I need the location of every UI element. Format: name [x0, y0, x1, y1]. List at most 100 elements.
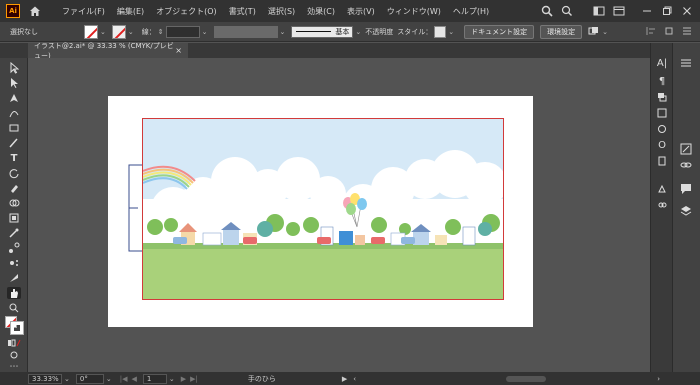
- chevron-down-icon[interactable]: ⌄: [602, 28, 608, 36]
- stepper-icon[interactable]: ⇕: [158, 28, 164, 36]
- prev-artboard-icon[interactable]: ◀: [132, 375, 137, 383]
- chevron-down-icon[interactable]: ⌄: [202, 28, 208, 36]
- control-bar: 選択なし ⌄ ⌄ 線： ⇕ ⌄ ⌄ 基本 ⌄ 不透明度 スタイル： ⌄ ドキュメ…: [0, 22, 700, 42]
- curvature-tool-icon[interactable]: [7, 107, 21, 119]
- menu-view[interactable]: 表示(V): [341, 6, 381, 17]
- close-icon[interactable]: [678, 2, 696, 20]
- current-tool-label: 手のひら: [247, 374, 276, 383]
- selection-tool-icon[interactable]: [7, 62, 21, 74]
- swatch-icon[interactable]: [655, 183, 669, 195]
- paintbrush-tool-icon[interactable]: [7, 137, 21, 149]
- stroke-weight-input[interactable]: [165, 25, 200, 38]
- last-artboard-icon[interactable]: ▶|: [190, 375, 198, 383]
- rotate-tool-icon[interactable]: [7, 167, 21, 179]
- scroll-right-icon[interactable]: ›: [657, 375, 660, 383]
- town-illustration: [143, 119, 503, 299]
- stroke-label: 線：: [141, 27, 156, 36]
- fill-stroke-icon[interactable]: [5, 316, 24, 335]
- transform-icon[interactable]: [664, 26, 674, 38]
- hand-tool-icon[interactable]: [7, 287, 21, 299]
- rotation-field[interactable]: 0°: [75, 373, 104, 384]
- properties-icon[interactable]: [679, 57, 693, 69]
- scroll-left-icon[interactable]: ‹: [353, 375, 356, 383]
- link-icon[interactable]: [679, 159, 693, 171]
- shape-builder-tool-icon[interactable]: [7, 197, 21, 209]
- opacity-label[interactable]: 不透明度: [365, 27, 393, 37]
- character-icon[interactable]: A|: [655, 57, 669, 69]
- search-icon[interactable]: [558, 2, 576, 20]
- tools-panel: T ⋯: [0, 58, 28, 372]
- color-mode-icon[interactable]: [7, 337, 21, 349]
- blend-tool-icon[interactable]: [7, 242, 21, 254]
- chevron-down-icon[interactable]: ⌄: [169, 375, 175, 383]
- chevron-down-icon[interactable]: ⌄: [448, 28, 454, 36]
- selection-status: 選択なし: [10, 27, 38, 36]
- artwork-illustration[interactable]: [142, 118, 504, 300]
- menu-help[interactable]: ヘルプ(H): [447, 6, 495, 17]
- libraries-icon[interactable]: [679, 143, 693, 155]
- chevron-down-icon[interactable]: ⌄: [128, 28, 134, 36]
- menu-object[interactable]: オブジェクト(O): [150, 6, 223, 17]
- glyphs-icon[interactable]: [655, 155, 669, 167]
- zoom-tool-icon[interactable]: [7, 302, 21, 314]
- menu-file[interactable]: ファイル(F): [56, 6, 111, 17]
- chevron-down-icon[interactable]: ⌄: [100, 28, 106, 36]
- document-setup-button[interactable]: ドキュメント設定: [464, 24, 535, 39]
- graphic-style-icon[interactable]: [655, 123, 669, 135]
- next-artboard-icon[interactable]: ▶: [181, 375, 186, 383]
- layers-small-icon[interactable]: [655, 91, 669, 103]
- stroke-swatch[interactable]: [111, 24, 126, 39]
- slice-tool-icon[interactable]: [7, 272, 21, 284]
- canvas[interactable]: [28, 58, 650, 372]
- menu-effect[interactable]: 効果(C): [301, 6, 341, 17]
- rectangle-tool-icon[interactable]: [7, 122, 21, 134]
- tab-close-icon[interactable]: ×: [175, 46, 182, 55]
- link-panel-icon[interactable]: [655, 199, 669, 211]
- fill-swatch[interactable]: [84, 24, 98, 39]
- draw-mode-icon[interactable]: [7, 349, 21, 361]
- arrange-icon[interactable]: [588, 26, 600, 38]
- menu-window[interactable]: ウィンドウ(W): [381, 6, 447, 17]
- minimize-icon[interactable]: [638, 2, 656, 20]
- workspace-icon[interactable]: [610, 2, 628, 20]
- document-tab[interactable]: イラスト@2.ai* @ 33.33 % (CMYK/プレビュー) ×: [28, 42, 188, 60]
- selection-bracket: [128, 164, 142, 252]
- artboard-number-field[interactable]: 1: [142, 373, 167, 384]
- align-icon[interactable]: [646, 26, 656, 38]
- artboard-tool-icon[interactable]: [7, 212, 21, 224]
- horizontal-scrollbar[interactable]: [506, 375, 547, 382]
- menu-type[interactable]: 書式(T): [223, 6, 262, 17]
- zoom-field[interactable]: 33.33%: [28, 373, 62, 384]
- preferences-button[interactable]: 環境設定: [540, 24, 583, 39]
- app-logo: Ai: [6, 4, 20, 18]
- restore-icon[interactable]: [658, 2, 676, 20]
- status-bar: 33.33% ⌄ 0° ⌄ |◀ ◀ 1 ⌄ ▶ ▶| 手のひら ▶ ‹ ›: [0, 372, 700, 385]
- learn-icon[interactable]: [538, 2, 556, 20]
- paragraph-icon[interactable]: ¶: [655, 75, 669, 87]
- opentype-icon[interactable]: O: [655, 139, 669, 151]
- type-tool-icon[interactable]: T: [7, 152, 21, 164]
- layers-icon[interactable]: [679, 205, 693, 217]
- first-artboard-icon[interactable]: |◀: [120, 375, 128, 383]
- variable-width-field[interactable]: [213, 25, 278, 38]
- arrange-docs-icon[interactable]: [590, 2, 608, 20]
- eraser-tool-icon[interactable]: [7, 182, 21, 194]
- chevron-down-icon[interactable]: ⌄: [64, 375, 70, 383]
- menu-icon[interactable]: [682, 26, 692, 38]
- style-swatch[interactable]: [434, 25, 447, 38]
- menu-edit[interactable]: 編集(E): [111, 6, 150, 17]
- eyedropper-tool-icon[interactable]: [7, 227, 21, 239]
- direct-selection-tool-icon[interactable]: [7, 77, 21, 89]
- symbol-sprayer-tool-icon[interactable]: [7, 257, 21, 269]
- chevron-down-icon[interactable]: ⌄: [280, 28, 286, 36]
- pen-tool-icon[interactable]: [7, 92, 21, 104]
- menu-select[interactable]: 選択(S): [262, 6, 301, 17]
- image-icon[interactable]: [655, 107, 669, 119]
- home-icon[interactable]: [28, 4, 42, 18]
- status-menu-icon[interactable]: ▶: [342, 375, 347, 383]
- brush-label: 基本: [335, 27, 350, 36]
- brush-definition[interactable]: 基本: [291, 25, 354, 38]
- chevron-down-icon[interactable]: ⌄: [106, 375, 112, 383]
- chevron-down-icon[interactable]: ⌄: [355, 28, 361, 36]
- comments-icon[interactable]: [679, 183, 693, 195]
